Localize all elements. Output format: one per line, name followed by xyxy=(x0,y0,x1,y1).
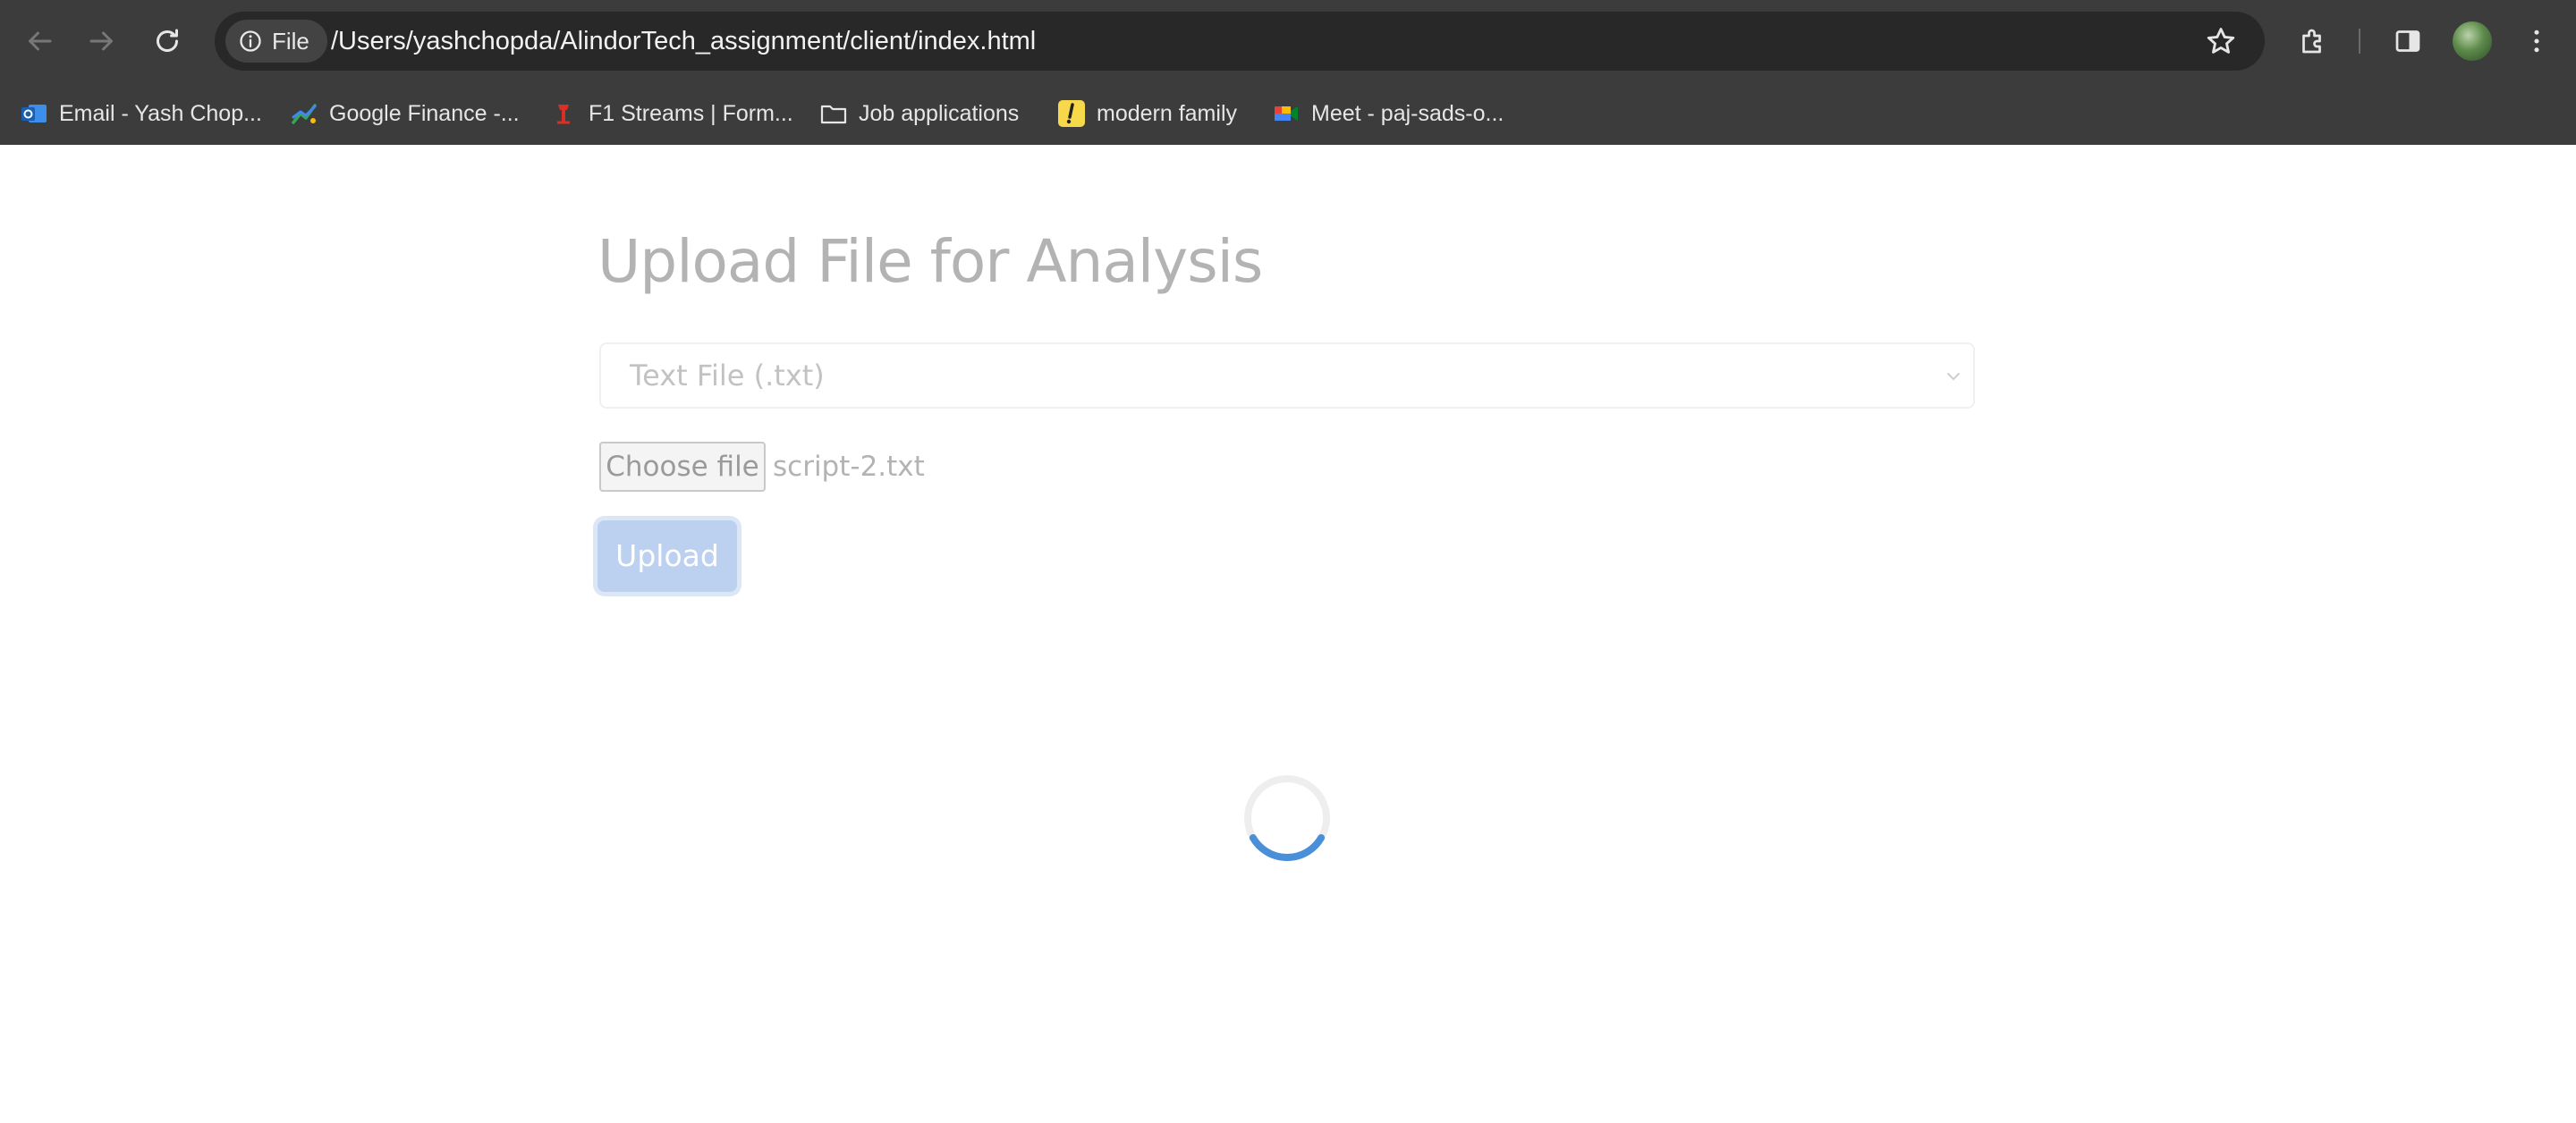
kebab-menu-icon xyxy=(2534,30,2539,53)
bookmark-label: Google Finance -... xyxy=(329,100,520,126)
browser-chrome: File /Users/yashchopda/AlindorTech_assig… xyxy=(0,0,2576,145)
f1-streams-icon xyxy=(549,99,578,128)
browser-toolbar: File /Users/yashchopda/AlindorTech_assig… xyxy=(0,0,2576,82)
side-panel-icon xyxy=(2395,30,2420,52)
url-text[interactable]: /Users/yashchopda/AlindorTech_assignment… xyxy=(331,12,1036,71)
bookmark-label: modern family xyxy=(1097,100,1237,126)
side-panel-button[interactable] xyxy=(2386,20,2429,63)
reload-icon xyxy=(157,29,178,52)
google-finance-icon xyxy=(290,99,318,128)
address-bar[interactable]: File /Users/yashchopda/AlindorTech_assig… xyxy=(215,12,2265,71)
google-meet-icon xyxy=(1272,99,1301,128)
bookmark-email[interactable]: Email - Yash Chop... xyxy=(20,91,262,136)
loading-spinner-icon xyxy=(1244,775,1330,861)
extensions-button[interactable] xyxy=(2292,20,2334,63)
menu-button[interactable] xyxy=(2515,20,2558,63)
selected-file-name: script-2.txt xyxy=(773,451,925,483)
file-type-select[interactable]: Text File (.txt) xyxy=(599,342,1975,409)
bookmark-f1-streams[interactable]: F1 Streams | Form... xyxy=(549,91,793,136)
page-content: Upload File for Analysis Text File (.txt… xyxy=(0,145,2576,1123)
site-info-chip[interactable]: File xyxy=(225,20,327,63)
forward-button[interactable] xyxy=(80,20,123,63)
bookmark-star-icon[interactable] xyxy=(2204,24,2238,58)
folder-icon xyxy=(819,99,848,128)
bookmark-label: Email - Yash Chop... xyxy=(59,100,262,126)
bookmark-google-finance[interactable]: Google Finance -... xyxy=(290,91,520,136)
chevron-down-icon xyxy=(1947,373,1960,380)
page-title: Upload File for Analysis xyxy=(597,227,1263,296)
reload-button[interactable] xyxy=(146,20,189,63)
forward-arrow-icon xyxy=(89,31,113,51)
bookmark-google-meet[interactable]: Meet - paj-sads-o... xyxy=(1272,91,1504,136)
outlook-icon xyxy=(20,99,48,128)
exclamation-icon xyxy=(1057,99,1086,128)
toolbar-divider xyxy=(2359,29,2360,54)
file-type-selected-value: Text File (.txt) xyxy=(630,359,825,393)
upload-button[interactable]: Upload xyxy=(597,520,737,592)
puzzle-icon xyxy=(2302,29,2321,54)
profile-avatar[interactable] xyxy=(2453,21,2492,61)
choose-file-button[interactable]: Choose file xyxy=(599,442,766,492)
site-chip-label: File xyxy=(272,27,309,55)
bookmark-label: F1 Streams | Form... xyxy=(589,100,793,126)
bookmark-modern-family[interactable]: modern family xyxy=(1057,91,1237,136)
back-arrow-icon xyxy=(29,31,52,51)
back-button[interactable] xyxy=(18,20,61,63)
bookmark-label: Job applications xyxy=(859,100,1020,126)
bookmark-folder-job-applications[interactable]: Job applications xyxy=(819,91,1019,136)
bookmark-label: Meet - paj-sads-o... xyxy=(1311,100,1504,126)
bookmarks-bar: Email - Yash Chop... Google Finance -... xyxy=(0,82,2576,145)
info-icon xyxy=(240,30,261,52)
